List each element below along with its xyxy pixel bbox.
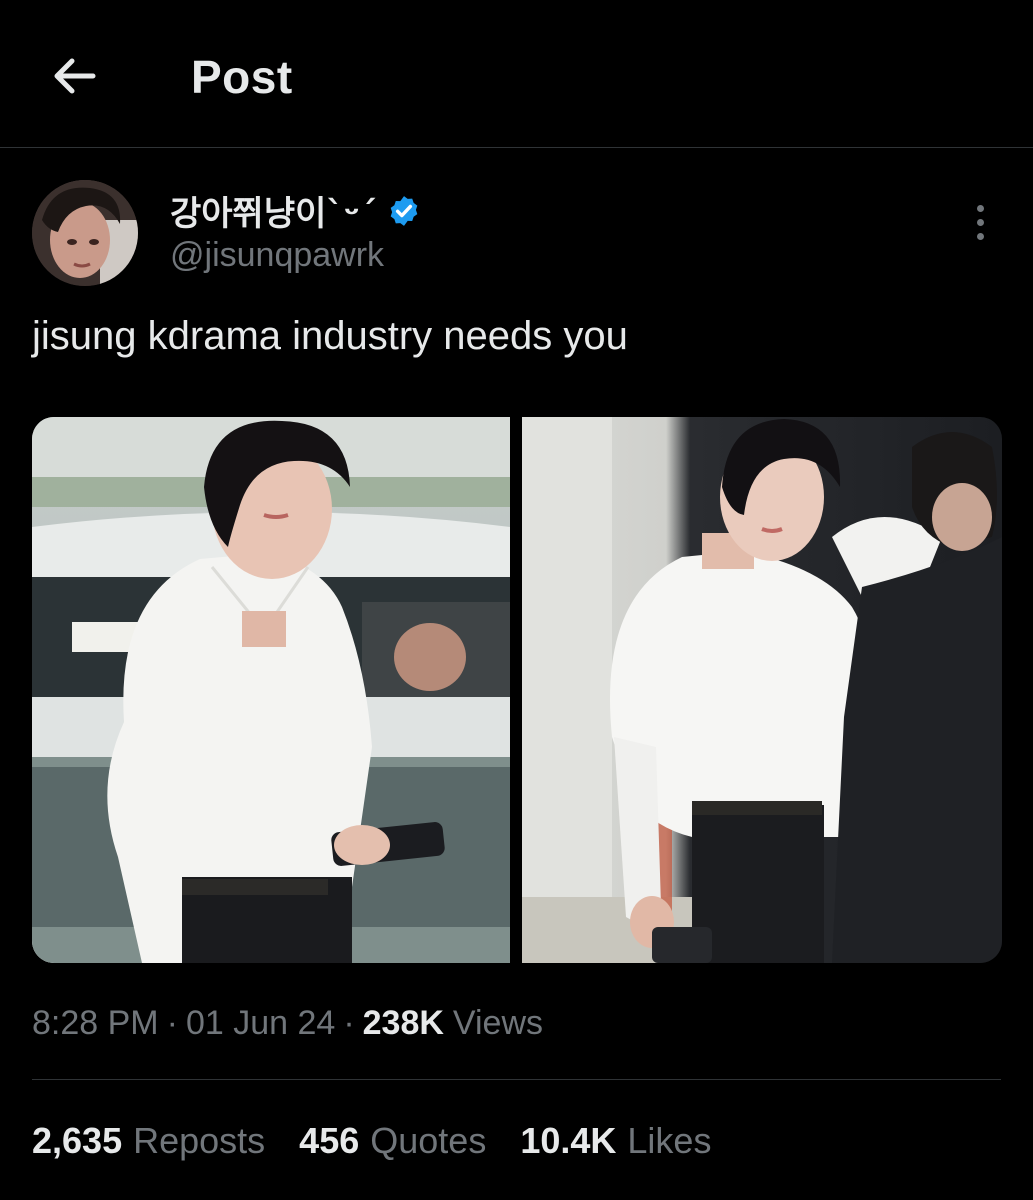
author-name-row[interactable]: 강아쮜냥이ˋᵕˊ bbox=[170, 186, 421, 235]
tweet-meta: 8:28 PM · 01 Jun 24 · 238K Views bbox=[32, 1004, 543, 1043]
display-name[interactable]: 강아쮜냥이ˋᵕˊ bbox=[170, 186, 377, 235]
reposts-count: 2,635 bbox=[32, 1120, 123, 1161]
top-bar: Post bbox=[0, 0, 1033, 148]
quotes-label: Quotes bbox=[370, 1120, 487, 1161]
divider bbox=[32, 1079, 1001, 1080]
meta-separator: · bbox=[166, 1004, 178, 1042]
likes-label: Likes bbox=[627, 1120, 712, 1161]
views-label: Views bbox=[452, 1004, 544, 1042]
arrow-left-icon bbox=[54, 58, 96, 94]
likes-count: 10.4K bbox=[520, 1120, 617, 1161]
tweet-text: jisung kdrama industry needs you bbox=[32, 314, 628, 358]
tweet-time[interactable]: 8:28 PM bbox=[32, 1004, 159, 1043]
reposts-stat[interactable]: 2,635 Reposts bbox=[32, 1120, 265, 1162]
likes-stat[interactable]: 10.4K Likes bbox=[520, 1120, 711, 1162]
photo-1-image bbox=[32, 417, 510, 963]
views-count[interactable]: 238K bbox=[363, 1004, 444, 1043]
avatar[interactable] bbox=[32, 180, 138, 286]
reposts-label: Reposts bbox=[133, 1120, 266, 1161]
avatar-image bbox=[32, 180, 138, 286]
photo-1[interactable] bbox=[32, 417, 510, 963]
photo-2[interactable] bbox=[522, 417, 1002, 963]
photo-2-image bbox=[522, 417, 1002, 963]
engagement-stats: 2,635 Reposts 456 Quotes 10.4K Likes bbox=[32, 1120, 745, 1162]
quotes-stat[interactable]: 456 Quotes bbox=[299, 1120, 486, 1162]
media-grid bbox=[32, 417, 1002, 963]
page-title: Post bbox=[191, 51, 293, 103]
author-handle[interactable]: @jisunqpawrk bbox=[170, 236, 384, 275]
meta-separator: · bbox=[343, 1004, 355, 1042]
back-button[interactable] bbox=[44, 48, 104, 104]
more-dots-icon bbox=[976, 204, 984, 212]
verified-badge-icon bbox=[390, 195, 418, 226]
quotes-count: 456 bbox=[299, 1120, 360, 1161]
more-options-button[interactable] bbox=[962, 200, 998, 244]
tweet-date[interactable]: 01 Jun 24 bbox=[186, 1004, 335, 1043]
